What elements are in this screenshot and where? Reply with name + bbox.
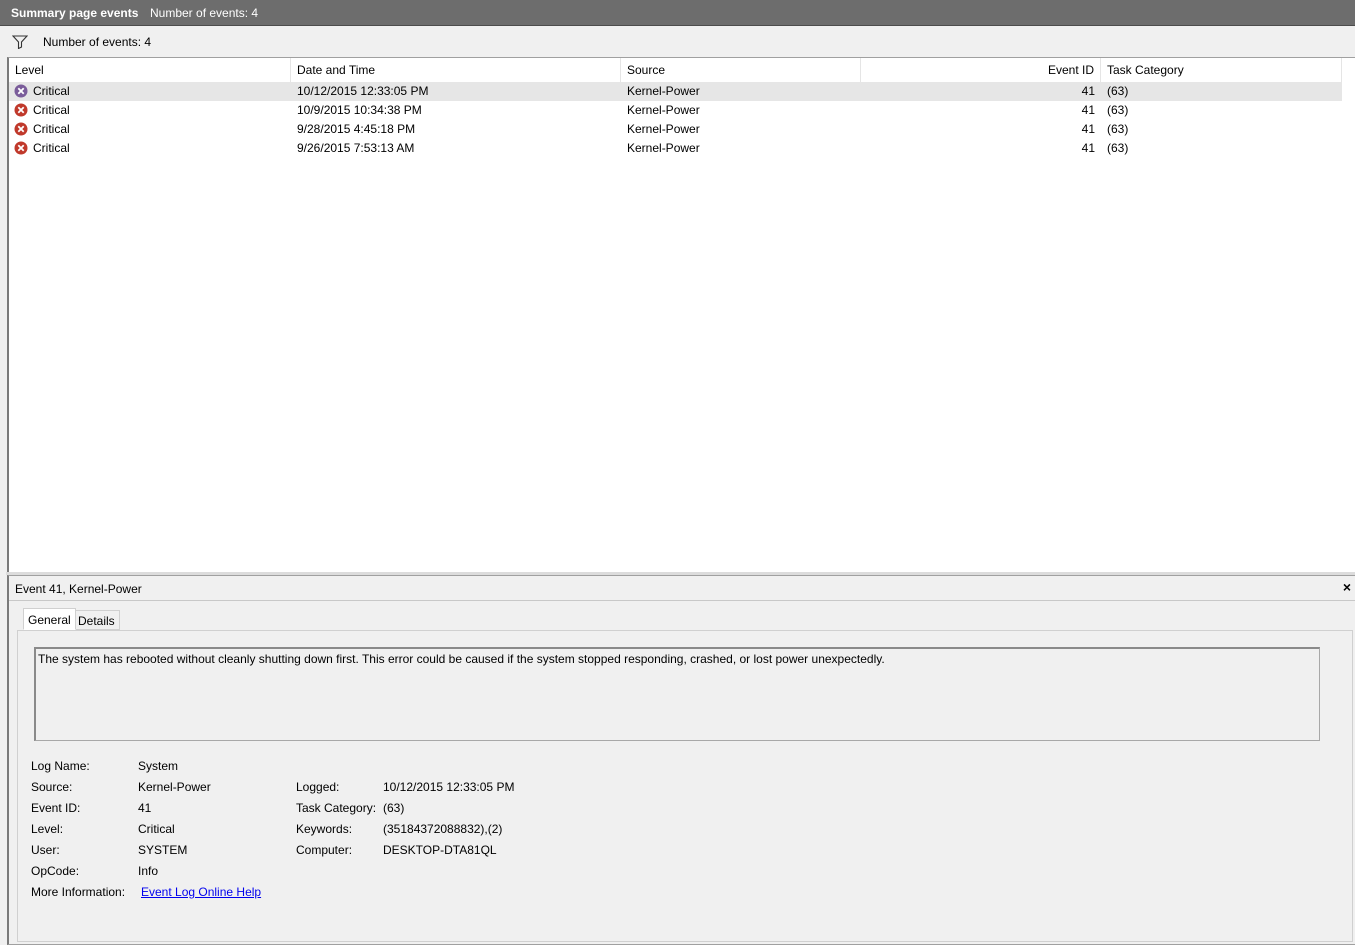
cell-source: Kernel-Power <box>627 122 700 136</box>
cell-datetime: 9/26/2015 7:53:13 AM <box>297 141 415 155</box>
table-row[interactable]: Critical 9/28/2015 4:45:18 PM Kernel-Pow… <box>9 120 1342 139</box>
cell-datetime: 10/9/2015 10:34:38 PM <box>297 103 422 117</box>
cell-task-category: (63) <box>1107 122 1129 136</box>
column-header-source[interactable]: Source <box>621 58 861 82</box>
grid-header: Level Date and Time Source Event ID Task… <box>9 58 1342 83</box>
detail-divider <box>9 600 1355 601</box>
column-header-date-time[interactable]: Date and Time <box>291 58 621 82</box>
field-value-event-id: 41 <box>138 801 152 815</box>
cell-event-id: 41 <box>1081 84 1095 98</box>
tab-details[interactable]: Details <box>73 610 120 630</box>
field-label-level: Level: <box>31 822 64 836</box>
field-label-task-category: Task Category: <box>296 801 377 815</box>
field-value-computer: DESKTOP-DTA81QL <box>383 843 497 857</box>
field-value-level: Critical <box>138 822 175 836</box>
cell-datetime: 10/12/2015 12:33:05 PM <box>297 84 429 98</box>
table-row[interactable]: Critical 10/12/2015 12:33:05 PM Kernel-P… <box>9 82 1342 101</box>
table-row[interactable]: Critical 9/26/2015 7:53:13 AM Kernel-Pow… <box>9 139 1342 158</box>
field-label-keywords: Keywords: <box>296 822 353 836</box>
critical-error-icon <box>14 84 28 98</box>
critical-error-icon <box>14 141 28 155</box>
field-label-user: User: <box>31 843 60 857</box>
cell-source: Kernel-Power <box>627 141 700 155</box>
event-log-online-help-link[interactable]: Event Log Online Help <box>141 885 261 899</box>
summary-event-count: Number of events: 4 <box>150 6 259 20</box>
column-header-event-id[interactable]: Event ID <box>861 58 1101 82</box>
cell-event-id: 41 <box>1081 141 1095 155</box>
cell-level: Critical <box>33 103 70 117</box>
summary-title-bar: Summary page events Number of events: 4 <box>0 0 1355 26</box>
cell-level: Critical <box>33 84 70 98</box>
field-value-user: SYSTEM <box>138 843 188 857</box>
cell-source: Kernel-Power <box>627 103 700 117</box>
critical-error-icon <box>14 103 28 117</box>
cell-datetime: 9/28/2015 4:45:18 PM <box>297 122 416 136</box>
critical-error-icon <box>14 122 28 136</box>
event-detail-pane: Event 41, Kernel-Power × General Details… <box>7 575 1355 945</box>
cell-task-category: (63) <box>1107 84 1129 98</box>
field-value-log-name: System <box>138 759 179 773</box>
filter-bar: Number of events: 4 <box>6 28 1355 56</box>
general-tab-panel: The system has rebooted without cleanly … <box>17 630 1353 942</box>
detail-title: Event 41, Kernel-Power <box>15 582 142 596</box>
cell-task-category: (63) <box>1107 141 1129 155</box>
field-label-more-information: More Information: <box>31 885 126 899</box>
field-label-logged: Logged: <box>296 780 340 794</box>
close-icon[interactable]: × <box>1343 579 1351 595</box>
field-value-logged: 10/12/2015 12:33:05 PM <box>383 780 515 794</box>
field-value-keywords: (35184372088832),(2) <box>383 822 503 836</box>
filter-icon[interactable] <box>11 35 29 50</box>
event-description[interactable]: The system has rebooted without cleanly … <box>34 647 1320 741</box>
table-row[interactable]: Critical 10/9/2015 10:34:38 PM Kernel-Po… <box>9 101 1342 120</box>
column-header-task-category[interactable]: Task Category <box>1101 58 1342 82</box>
tab-general[interactable]: General <box>23 608 76 630</box>
filter-event-count: Number of events: 4 <box>43 35 152 49</box>
field-label-event-id: Event ID: <box>31 801 81 815</box>
field-value-task-category: (63) <box>383 801 405 815</box>
column-header-level[interactable]: Level <box>9 58 291 82</box>
field-label-log-name: Log Name: <box>31 759 90 773</box>
field-value-source: Kernel-Power <box>138 780 211 794</box>
cell-level: Critical <box>33 141 70 155</box>
cell-task-category: (63) <box>1107 103 1129 117</box>
cell-event-id: 41 <box>1081 122 1095 136</box>
cell-event-id: 41 <box>1081 103 1095 117</box>
field-value-opcode: Info <box>138 864 159 878</box>
summary-title: Summary page events <box>11 6 139 20</box>
field-label-source: Source: <box>31 780 73 794</box>
field-label-opcode: OpCode: <box>31 864 80 878</box>
cell-level: Critical <box>33 122 70 136</box>
events-grid[interactable]: Level Date and Time Source Event ID Task… <box>7 57 1355 573</box>
cell-source: Kernel-Power <box>627 84 700 98</box>
field-label-computer: Computer: <box>296 843 353 857</box>
